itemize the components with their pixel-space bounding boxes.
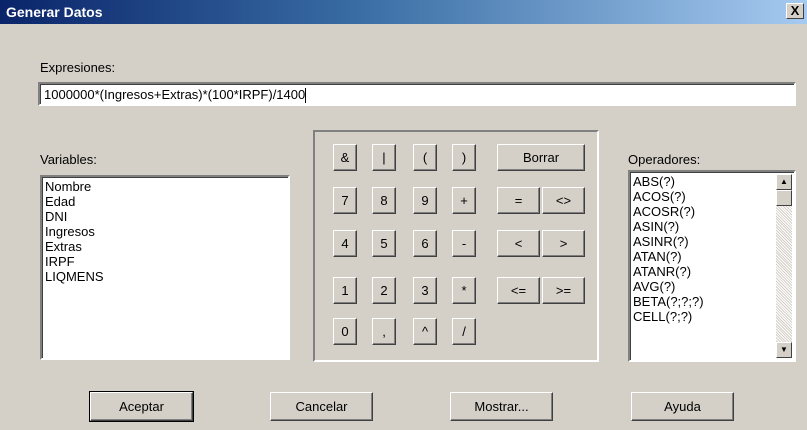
list-item[interactable]: ACOSR(?) (633, 204, 774, 219)
key-equals[interactable]: = (497, 187, 540, 214)
key-open-paren[interactable]: ( (413, 144, 437, 171)
list-item[interactable]: CELL(?;?) (633, 309, 774, 324)
generar-datos-dialog: Generar Datos X Expresiones: 1000000*(In… (0, 0, 807, 430)
expression-input[interactable]: 1000000*(Ingresos+Extras)*(100*IRPF)/140… (38, 82, 796, 106)
key-2[interactable]: 2 (372, 277, 396, 304)
key-7[interactable]: 7 (333, 187, 357, 214)
variables-label: Variables: (40, 152, 97, 167)
aceptar-button[interactable]: Aceptar (89, 391, 194, 422)
ayuda-button[interactable]: Ayuda (631, 392, 734, 421)
list-item[interactable]: ASINR(?) (633, 234, 774, 249)
key-1[interactable]: 1 (333, 277, 357, 304)
key-less-equal[interactable]: <= (497, 277, 540, 304)
key-5[interactable]: 5 (372, 230, 396, 257)
mostrar-button[interactable]: Mostrar... (450, 392, 553, 421)
key-0[interactable]: 0 (333, 318, 357, 345)
keypad-panel: & | ( ) Borrar 7 8 9 + = <> 4 5 6 - < > … (313, 130, 599, 362)
key-caret[interactable]: ^ (413, 318, 437, 345)
list-item[interactable]: Extras (45, 239, 285, 254)
list-item[interactable]: ASIN(?) (633, 219, 774, 234)
variables-listbox[interactable]: Nombre Edad DNI Ingresos Extras IRPF LIQ… (40, 175, 290, 360)
borrar-button[interactable]: Borrar (497, 144, 585, 171)
key-6[interactable]: 6 (413, 230, 437, 257)
expression-value: 1000000*(Ingresos+Extras)*(100*IRPF)/140… (44, 87, 306, 102)
list-item[interactable]: Nombre (45, 179, 285, 194)
key-comma[interactable]: , (372, 318, 396, 345)
key-9[interactable]: 9 (413, 187, 437, 214)
list-item[interactable]: ACOS(?) (633, 189, 774, 204)
key-8[interactable]: 8 (372, 187, 396, 214)
title-bar[interactable]: Generar Datos X (0, 0, 807, 24)
operators-listbox[interactable]: ABS(?) ACOS(?) ACOSR(?) ASIN(?) ASINR(?)… (628, 170, 796, 362)
list-item[interactable]: Ingresos (45, 224, 285, 239)
key-ampersand[interactable]: & (333, 144, 357, 171)
expression-label: Expresiones: (40, 60, 116, 75)
operators-scrollbar[interactable]: ▲ ▼ (776, 174, 792, 358)
key-less-than[interactable]: < (497, 230, 540, 257)
window-title: Generar Datos (6, 4, 103, 20)
key-not-equals[interactable]: <> (542, 187, 585, 214)
scroll-up-button[interactable]: ▲ (776, 174, 792, 190)
list-item[interactable]: Edad (45, 194, 285, 209)
arrow-down-icon: ▼ (780, 345, 788, 354)
list-item[interactable]: ATAN(?) (633, 249, 774, 264)
key-3[interactable]: 3 (413, 277, 437, 304)
list-item[interactable]: ABS(?) (633, 174, 774, 189)
operators-label: Operadores: (628, 152, 701, 167)
key-4[interactable]: 4 (333, 230, 357, 257)
scroll-down-button[interactable]: ▼ (776, 342, 792, 358)
close-button[interactable]: X (786, 3, 804, 19)
key-pipe[interactable]: | (372, 144, 396, 171)
key-minus[interactable]: - (452, 230, 476, 257)
key-divide[interactable]: / (452, 318, 476, 345)
key-close-paren[interactable]: ) (452, 144, 476, 171)
list-item[interactable]: AVG(?) (633, 279, 774, 294)
text-caret (305, 88, 307, 104)
list-item[interactable]: DNI (45, 209, 285, 224)
list-item[interactable]: LIQMENS (45, 269, 285, 284)
key-multiply[interactable]: * (452, 277, 476, 304)
arrow-up-icon: ▲ (780, 177, 788, 186)
key-greater-equal[interactable]: >= (542, 277, 585, 304)
key-greater-than[interactable]: > (542, 230, 585, 257)
scroll-thumb[interactable] (776, 190, 792, 206)
list-item[interactable]: IRPF (45, 254, 285, 269)
close-icon: X (790, 3, 800, 18)
list-item[interactable]: ATANR(?) (633, 264, 774, 279)
cancelar-button[interactable]: Cancelar (270, 392, 373, 421)
list-item[interactable]: BETA(?;?;?) (633, 294, 774, 309)
key-plus[interactable]: + (452, 187, 476, 214)
